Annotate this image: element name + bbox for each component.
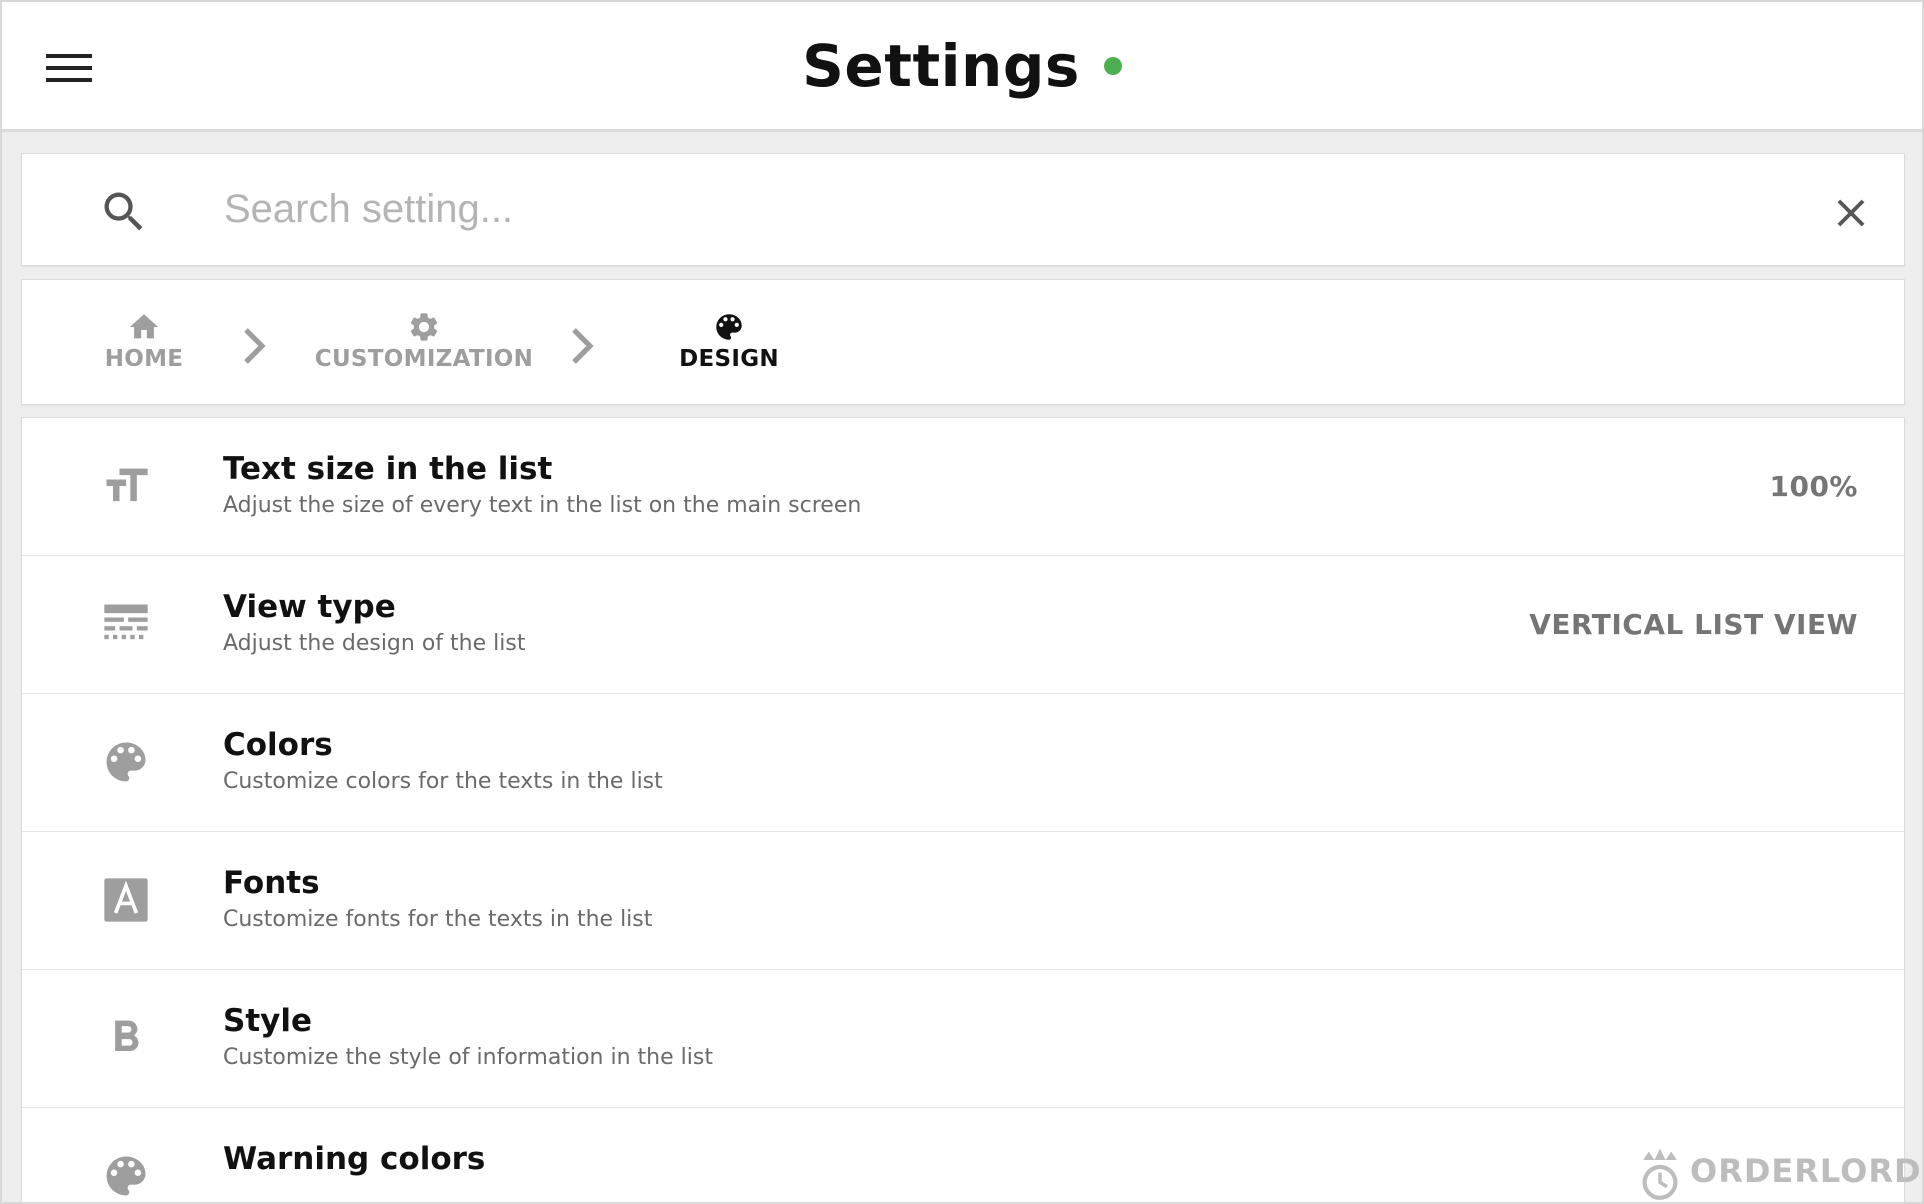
title-area: Settings bbox=[2, 32, 1922, 108]
breadcrumb-customization[interactable]: CUSTOMIZATION bbox=[304, 280, 544, 404]
search-icon bbox=[104, 192, 143, 231]
search-input[interactable] bbox=[222, 178, 1726, 240]
setting-description: Customize fonts for the texts in the lis… bbox=[223, 907, 653, 932]
home-icon bbox=[129, 314, 159, 339]
breadcrumb-label: DESIGN bbox=[679, 346, 779, 372]
close-icon[interactable] bbox=[1828, 190, 1874, 236]
breadcrumb-label: HOME bbox=[104, 346, 184, 372]
brand-name: ORDERLORD bbox=[1690, 1152, 1922, 1190]
breadcrumb-design[interactable]: DESIGN bbox=[654, 280, 804, 404]
breadcrumb-home[interactable]: HOME bbox=[84, 280, 204, 404]
gear-icon bbox=[410, 313, 438, 341]
palette-icon bbox=[716, 314, 742, 340]
status-indicator bbox=[1103, 57, 1122, 75]
setting-view-type[interactable]: View type Adjust the design of the list … bbox=[22, 556, 1904, 694]
font-icon bbox=[104, 878, 148, 922]
settings-list: Text size in the list Adjust the size of… bbox=[21, 417, 1905, 1202]
breadcrumb-label: CUSTOMIZATION bbox=[314, 346, 534, 372]
setting-style[interactable]: Style Customize the style of information… bbox=[22, 970, 1904, 1108]
setting-value: 100% bbox=[1769, 470, 1858, 503]
app-window: Settings HOME CUSTOMIZATION bbox=[0, 0, 1924, 1204]
app-header: Settings bbox=[2, 2, 1922, 132]
page-title: Settings bbox=[802, 32, 1080, 100]
orderlord-logo bbox=[1642, 1148, 1678, 1200]
setting-description: Customize the style of information in th… bbox=[223, 1045, 713, 1070]
bold-icon bbox=[115, 1020, 139, 1051]
chevron-right-icon bbox=[572, 328, 594, 364]
setting-text-size[interactable]: Text size in the list Adjust the size of… bbox=[22, 418, 1904, 556]
setting-description: Adjust the design of the list bbox=[223, 631, 526, 656]
setting-title: Warning colors bbox=[223, 1141, 486, 1177]
setting-title: Text size in the list bbox=[223, 451, 553, 487]
setting-title: Colors bbox=[223, 727, 333, 763]
setting-fonts[interactable]: Fonts Customize fonts for the texts in t… bbox=[22, 832, 1904, 970]
setting-description: Customize colors for the texts in the li… bbox=[223, 769, 663, 794]
setting-value: VERTICAL LIST VIEW bbox=[1529, 608, 1858, 641]
breadcrumb: HOME CUSTOMIZATION DESIGN bbox=[21, 279, 1905, 405]
setting-title: Fonts bbox=[223, 865, 320, 901]
setting-warning-colors[interactable]: Warning colors bbox=[22, 1108, 1904, 1202]
setting-colors[interactable]: Colors Customize colors for the texts in… bbox=[22, 694, 1904, 832]
setting-title: Style bbox=[223, 1003, 313, 1039]
chevron-right-icon bbox=[244, 328, 266, 364]
search-bar bbox=[21, 153, 1905, 266]
setting-title: View type bbox=[223, 589, 396, 625]
setting-description: Adjust the size of every text in the lis… bbox=[223, 493, 862, 518]
view-type-icon bbox=[104, 604, 148, 640]
palette-icon bbox=[106, 1156, 146, 1196]
text-size-icon bbox=[106, 468, 148, 502]
palette-icon bbox=[106, 742, 146, 782]
brand-watermark: ORDERLORD bbox=[1632, 1142, 1922, 1202]
